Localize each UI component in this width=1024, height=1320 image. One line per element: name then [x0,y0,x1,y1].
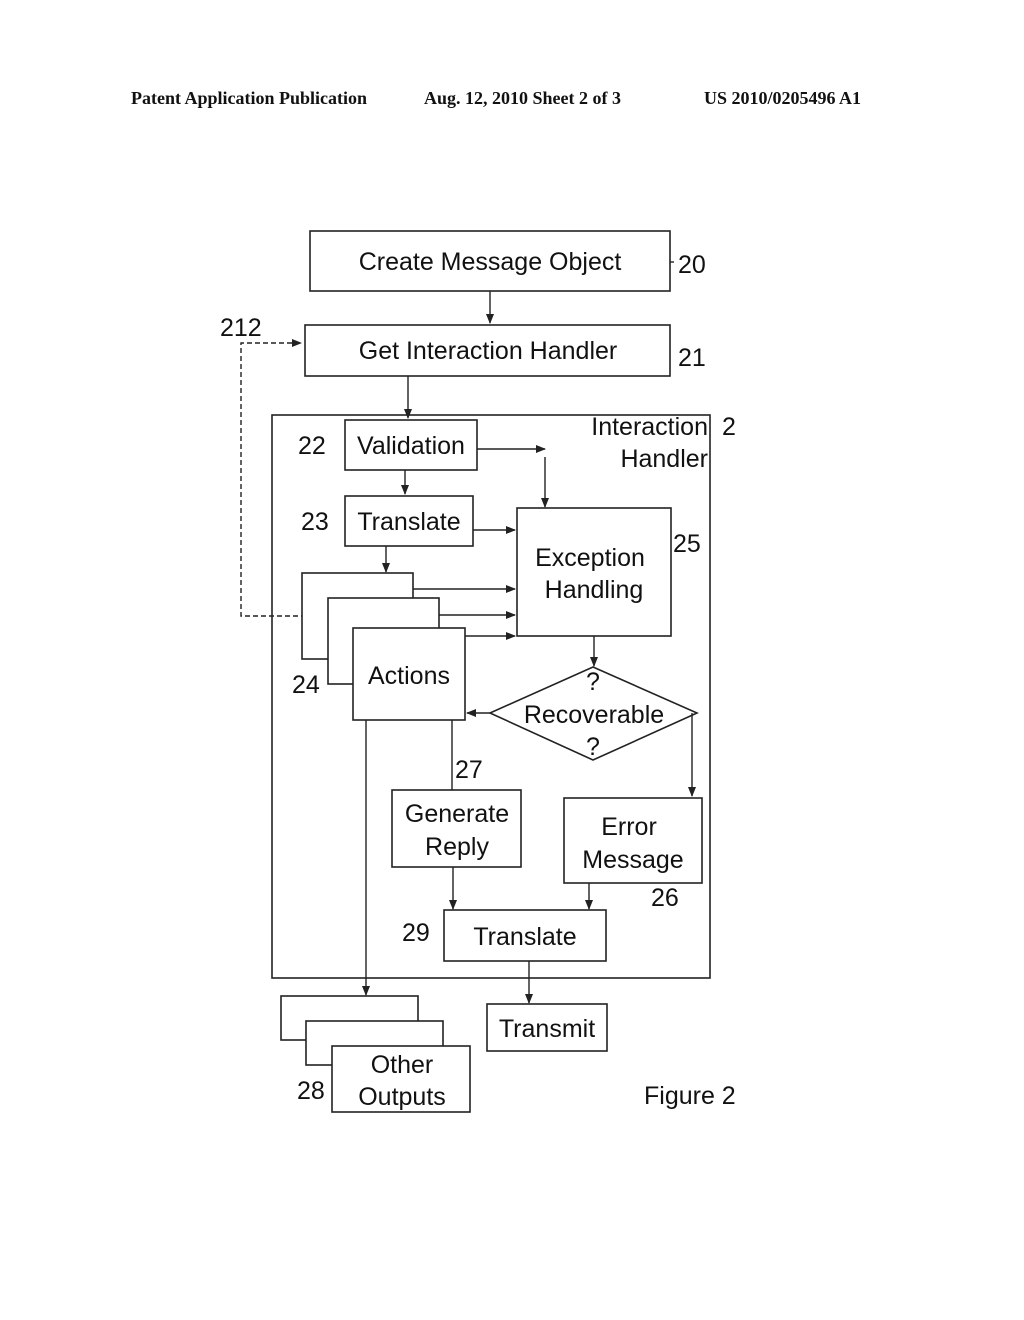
exception-label-line1: Exception [535,544,645,572]
validation-label: Validation [357,432,465,460]
node-error-message: Error Message 26 [563,797,703,912]
translate-in-label: Translate [357,508,460,536]
actions-label: Actions [368,662,450,690]
create-message-label: Create Message Object [359,248,622,276]
node-actions: 24 Actions 24 [292,572,466,721]
transmit-label: Transmit [499,1015,595,1043]
handler-label-line1: Interaction [591,413,708,441]
recoverable-q-top: ? [586,668,600,696]
ref-26: 26 [651,884,679,912]
generate-reply-line1: Generate [405,800,509,828]
ref-29: 29 [402,919,430,947]
node-generate-reply: Generate Reply [391,789,522,868]
node-other-outputs: Other Outputs 28 [280,995,471,1113]
recoverable-label: Recoverable [524,701,664,729]
other-outputs-line2: Outputs [358,1083,446,1111]
other-outputs-line1: Other [371,1051,434,1079]
recoverable-q-bottom: ? [586,733,600,761]
ref-22: 22 [298,432,326,460]
node-validation: Validation 22 [298,419,478,471]
ref-23: 23 [301,508,329,536]
error-message-line2: Message [582,846,683,874]
ref-25: 25 [673,530,701,558]
generate-reply-line2: Reply [425,833,489,861]
node-create-message: Create Message Object 20 [309,230,706,292]
node-exception: Exception Handling 25 [516,507,701,637]
ref-2: 2 [722,413,736,441]
node-get-handler: Get Interaction Handler 21 [304,324,706,377]
get-handler-label: Get Interaction Handler [359,337,617,365]
translate-out-label: Translate [473,923,576,951]
ref-24: 24 [292,671,320,699]
node-transmit: Transmit [486,1003,608,1052]
handler-label-line2: Handler [620,445,708,473]
ref-27: 27 [455,756,483,784]
ref-212: 212 [220,314,262,342]
ref-20: 20 [678,251,706,279]
figure-label: Figure 2 [644,1082,736,1110]
node-translate-out: Translate 29 [402,909,607,962]
exception-label-line2: Handling [545,576,644,604]
node-translate-in: Translate 23 [301,495,474,547]
error-message-line1: Error [601,813,657,841]
flowchart: Create Message Object 20 Get Interaction… [220,230,736,1113]
node-recoverable: ? Recoverable ? [488,666,699,761]
ref-21: 21 [678,344,706,372]
ref-28: 28 [297,1077,325,1105]
